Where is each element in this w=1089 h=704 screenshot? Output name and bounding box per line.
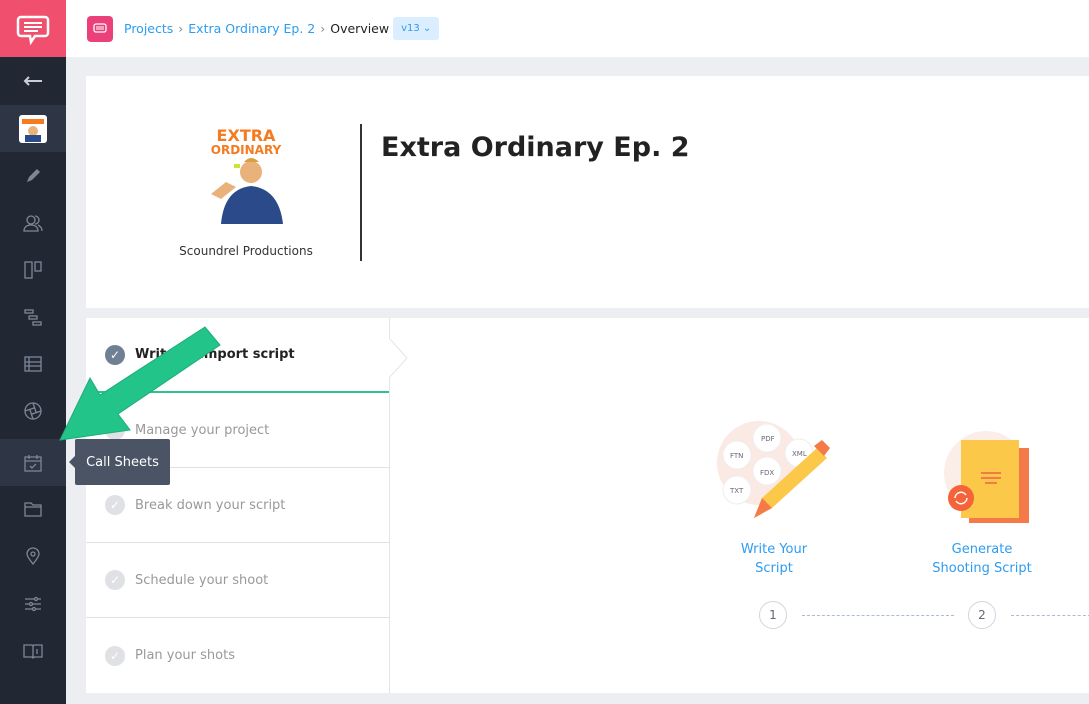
sliders-icon [25,596,41,611]
sidebar-item-script[interactable] [0,152,66,199]
arrow-left-icon [23,75,42,86]
step-number: 1 [759,601,787,629]
board-icon [24,260,42,279]
sidebar-item-board[interactable] [0,246,66,293]
shooting-script-illustration [944,431,1029,523]
chevron-right-icon: › [320,21,326,36]
onboarding-panel: ✓ Write or import script ✓ Manage your pro… [86,318,1089,693]
step-label: Schedule your shoot [135,572,269,588]
active-step-pointer [389,338,408,378]
sidebar-item-shots[interactable] [0,387,66,434]
company-name: Scoundrel Productions [179,244,313,258]
divider [360,124,362,261]
sidebar-item-help[interactable] [0,627,66,674]
chat-bubble-icon [93,22,107,33]
write-your-script-link[interactable]: Write Your Script [714,540,834,578]
chevron-right-icon: › [178,21,184,36]
svg-text:FDX: FDX [760,469,774,477]
step-plan-shots[interactable]: ✓ Plan your shots [86,618,389,693]
call-sheets-tooltip: Call Sheets [69,439,170,485]
sidebar-item-schedule[interactable] [0,293,66,340]
back-button[interactable] [0,57,66,104]
project-header: EXTRA ORDINARY Scoundrel Productions Ext… [86,76,1089,308]
write-script-illustration: PDF FTN XML FDX TXT [717,421,830,518]
sidebar-item-cast[interactable] [0,199,66,246]
step-schedule[interactable]: ✓ Schedule your shoot [86,543,389,618]
step-label: Break down your script [135,497,286,513]
steps-list: ✓ Write or import script ✓ Manage your pro… [86,318,390,693]
version-dropdown[interactable]: v13 ⌄ [393,17,440,40]
check-icon: ✓ [105,420,125,440]
calendar-check-icon [24,454,42,472]
svg-text:TXT: TXT [729,487,744,495]
check-icon: ✓ [105,344,125,365]
sidebar-item-files[interactable] [0,485,66,532]
svg-text:FTN: FTN [730,452,743,460]
top-bar: Projects › Extra Ordinary Ep. 2 › Overvi… [66,0,1089,57]
users-icon [23,214,43,232]
step-write-script[interactable]: ✓ Write or import script [86,318,389,393]
sidebar-item-settings[interactable] [0,580,66,627]
breadcrumb-projects[interactable]: Projects [124,21,173,36]
project-poster: EXTRA ORDINARY [196,124,296,224]
sidebar-item-project[interactable] [0,105,66,152]
step-number: 2 [968,601,996,629]
step-label: Write or import script [135,347,295,362]
sidebar-item-call-sheets[interactable] [0,439,66,486]
breadcrumb-project[interactable]: Extra Ordinary Ep. 2 [188,21,315,36]
project-thumbnail-icon [19,114,47,143]
chat-bubble-logo-icon [16,15,50,45]
dashed-connector [802,615,954,616]
project-title: Extra Ordinary Ep. 2 [381,132,690,163]
generate-shooting-script-link[interactable]: Generate Shooting Script [916,540,1048,578]
dashed-connector [1011,615,1089,616]
step-label: Manage your project [135,422,270,438]
check-icon: ✓ [105,645,125,666]
app-logo[interactable] [0,0,66,57]
step-label: Plan your shots [135,648,235,663]
breadcrumb-current: Overview [330,21,390,36]
check-icon: ✓ [105,570,125,590]
sidebar-item-locations[interactable] [0,532,66,579]
map-pin-icon [26,546,40,565]
svg-text:PDF: PDF [761,435,775,443]
folder-icon [24,501,42,517]
pencil-icon [27,168,40,182]
gantt-icon [24,308,42,326]
svg-text:XML: XML [792,450,807,458]
aperture-icon [24,401,42,420]
svg-text:ORDINARY: ORDINARY [211,143,282,157]
check-icon: ✓ [105,495,125,515]
app-icon[interactable] [87,15,113,42]
book-info-icon [23,643,43,659]
sidebar [0,0,66,704]
sidebar-item-breakdown[interactable] [0,340,66,387]
table-icon [24,355,42,372]
